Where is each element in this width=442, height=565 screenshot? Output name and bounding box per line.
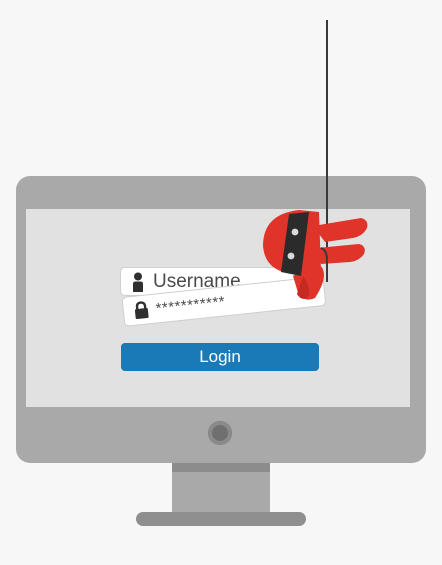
masked-thief-hook-icon [263,210,368,300]
monitor-stand-shadow [172,463,270,472]
user-icon [130,272,146,292]
power-button-icon [208,421,232,445]
lock-icon [132,300,150,320]
password-masked-value: *********** [154,292,227,318]
phishing-illustration: Username *********** Login [0,0,442,565]
login-button[interactable]: Login [121,343,319,371]
monitor-stand-base [136,512,306,526]
